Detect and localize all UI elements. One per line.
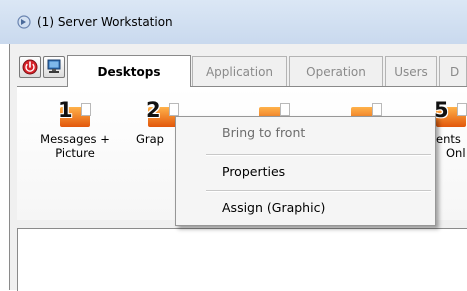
tab-users[interactable]: Users <box>385 56 437 86</box>
tab-application[interactable]: Application <box>192 56 287 86</box>
power-button[interactable] <box>19 56 41 78</box>
menu-item-properties[interactable]: Properties <box>222 164 285 179</box>
workstation-screen-icon: 5 <box>434 100 467 129</box>
menu-item-assign-graphic[interactable]: Assign (Graphic) <box>222 200 325 215</box>
workstation-button[interactable] <box>43 56 65 78</box>
workstation-screen-icon: 1 <box>58 100 91 129</box>
tab-desktops[interactable]: Desktops <box>67 55 191 87</box>
workstation-label: Messages + <box>40 132 110 146</box>
tab-d[interactable]: D <box>439 56 467 86</box>
tab-operation[interactable]: Operation <box>289 56 383 86</box>
workspace-area <box>17 228 467 291</box>
monitor-network-icon <box>47 59 61 73</box>
workstation-screen-icon: 2 <box>146 100 179 129</box>
context-menu: Bring to front Properties Assign (Graphi… <box>175 116 436 226</box>
window-title: (1) Server Workstation <box>37 15 173 29</box>
title-bar: (1) Server Workstation <box>0 0 467 44</box>
menu-item-bring-to-front[interactable]: Bring to front <box>222 125 305 140</box>
menu-separator <box>206 154 431 156</box>
workstation-label: Picture <box>55 146 95 160</box>
app-signal-icon <box>17 15 31 29</box>
workstation-tile-1[interactable]: 1 Messages + Picture <box>35 100 115 161</box>
power-red-icon <box>22 59 38 75</box>
menu-separator <box>206 190 431 192</box>
